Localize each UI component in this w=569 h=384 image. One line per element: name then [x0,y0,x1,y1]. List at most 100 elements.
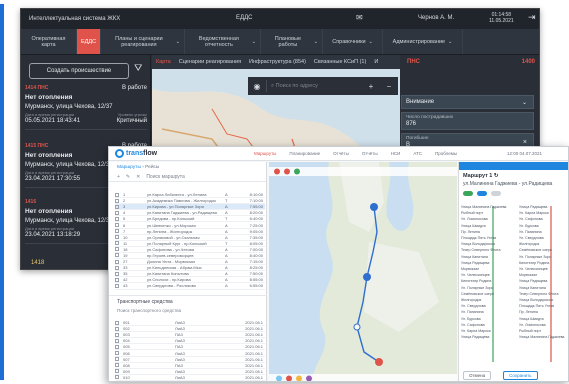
filter-icon[interactable]: ⛛ [134,63,142,74]
map-tab[interactable]: Связанные КСиП (1) [310,59,370,65]
logo-text: flow [143,150,158,157]
row-checkbox[interactable] [115,192,119,197]
mail-icon[interactable]: ✉ [356,13,363,22]
map-tab[interactable]: Карта [152,59,175,65]
route-number: 5 [123,216,126,222]
breadcrumb-root[interactable]: Маршруты [117,165,141,170]
vehicle-id: 009 [123,368,130,374]
incident-title: Нет отопления [25,94,73,101]
row-checkbox[interactable] [115,247,119,252]
table-row[interactable]: 011ПАЗ2021.06.1 [115,381,265,382]
row-checkbox[interactable] [115,235,119,240]
incident-status: В работе [121,85,147,91]
edit-route-button[interactable]: ✎ [126,174,130,180]
incident-number[interactable]: 1418 [31,260,44,266]
row-checkbox[interactable] [115,277,119,282]
route-time: 6:40:00 [249,216,263,222]
row-checkbox[interactable] [115,381,119,382]
delete-route-button[interactable]: ✕ [136,174,140,180]
nav-item-label: Плановые работы [274,35,302,48]
detail-field-victims[interactable]: Число пострадавших 876 [401,112,534,130]
nav-item[interactable]: Планы и сценарии реагирования ⌄ [101,29,185,54]
zoom-in-icon[interactable]: + [362,82,380,91]
row-checkbox[interactable] [115,357,119,362]
add-route-button[interactable]: + [117,174,120,180]
menu-item[interactable]: Планирование [289,151,320,156]
chevron-down-icon: ⌄ [521,100,527,106]
row-checkbox[interactable] [115,204,119,209]
row-checkbox[interactable] [115,198,119,203]
menu-item[interactable]: АТС [413,151,422,156]
row-checkbox[interactable] [115,210,119,215]
vehicles-search-input[interactable]: Поиск транспортного средства [109,306,267,315]
nav-item[interactable]: Плановые работы ⌄ [261,29,323,54]
nav-item[interactable]: ЕДДС [77,29,101,54]
route-number: 11 [123,240,128,246]
row-checkbox[interactable] [115,283,119,288]
row-checkbox[interactable] [115,271,119,276]
chevron-down-icon: ⌄ [251,38,256,45]
menu-item[interactable]: НСИ [391,151,401,156]
eye-icon[interactable]: ◉ [248,82,266,91]
field-label: Погибшие [406,136,429,141]
row-checkbox[interactable] [115,216,119,221]
route-time: 8:55:00 [249,277,263,283]
row-checkbox[interactable] [115,320,119,325]
row-checkbox[interactable] [115,259,119,264]
chip-blue[interactable] [477,191,487,196]
row-checkbox[interactable] [115,253,119,258]
menu-item[interactable]: Проблемы [435,151,457,156]
row-checkbox[interactable] [115,363,119,368]
table-row[interactable]: 43 ул.Свердлова - Росляково А 6:55:00 [115,283,265,290]
menu-item[interactable]: Маршруты [254,151,276,156]
transflow-logo[interactable]: trans flow [115,149,157,158]
menu-item[interactable]: Отчёты [333,151,349,156]
route-map[interactable] [269,162,457,381]
vehicle-id: 011 [123,381,175,382]
detail-field-status[interactable]: Внимание ⌄ [401,95,534,109]
create-incident-button[interactable]: Создать происшествие [29,63,129,79]
row-checkbox[interactable] [115,344,119,349]
vehicle-id: 003 [123,332,130,338]
chip-grey[interactable] [491,191,501,196]
close-icon[interactable]: × [523,139,527,146]
row-checkbox[interactable] [115,332,119,337]
row-checkbox[interactable] [115,229,119,234]
stop-name[interactable]: Улица Радищева [461,334,506,340]
nav-item[interactable]: Ведомственная отчетность ⌄ [185,29,261,54]
route-number: 18 [123,246,128,252]
vehicle-model: ЛиАЗ [175,374,185,380]
row-checkbox[interactable] [115,265,119,270]
map-tab[interactable]: Инфраструктура (854) [245,59,310,65]
map-tab[interactable]: Сценарии реагирования [175,59,245,65]
nav-item[interactable]: Оперативная карта [21,29,77,54]
stop-name[interactable]: Театр Северного Флота [461,247,506,253]
row-checkbox[interactable] [115,369,119,374]
nav-item-label: Оперативная карта [31,35,66,48]
nav-item[interactable]: Администрирование ⌄ [383,29,463,54]
route-search-input[interactable]: Поиск маршрута [146,174,185,180]
row-checkbox[interactable] [115,326,119,331]
map-tab[interactable]: И [370,59,382,65]
incident-card[interactable]: 1414 ПНС В работе Нет отопления Мурманск, у… [25,85,147,130]
chip-green[interactable] [463,191,473,196]
row-checkbox[interactable] [115,338,119,343]
row-checkbox[interactable] [115,223,119,228]
zoom-out-icon[interactable]: − [380,82,398,91]
cancel-button[interactable]: Отмена [463,371,492,380]
stop-name[interactable]: Улица Малинина Гаджиева [519,334,564,340]
vehicle-model: ЛиАЗ [175,320,185,326]
vehicles-header[interactable]: Транспортные средства [109,295,267,306]
row-checkbox[interactable] [115,351,119,356]
exit-icon[interactable]: ⇥ [528,12,536,23]
route-detail-panel: Маршрут 1 ↻ ул.Малинина Гаджиева - ул.Ра… [458,162,568,381]
vehicle-model: ПАЗ [175,344,183,350]
save-button[interactable]: Сохранить [503,371,538,380]
row-checkbox[interactable] [115,241,119,246]
vehicle-date: 2021.06.1 [245,362,263,368]
nav-item[interactable]: Справочники ⌄ [323,29,383,54]
row-checkbox[interactable] [115,375,119,380]
menu-item[interactable]: Отчёты [362,151,378,156]
user-name[interactable]: Чернов А. М. [418,15,454,21]
map-search-input[interactable]: ⌕ Поиск по адресу [266,80,362,92]
